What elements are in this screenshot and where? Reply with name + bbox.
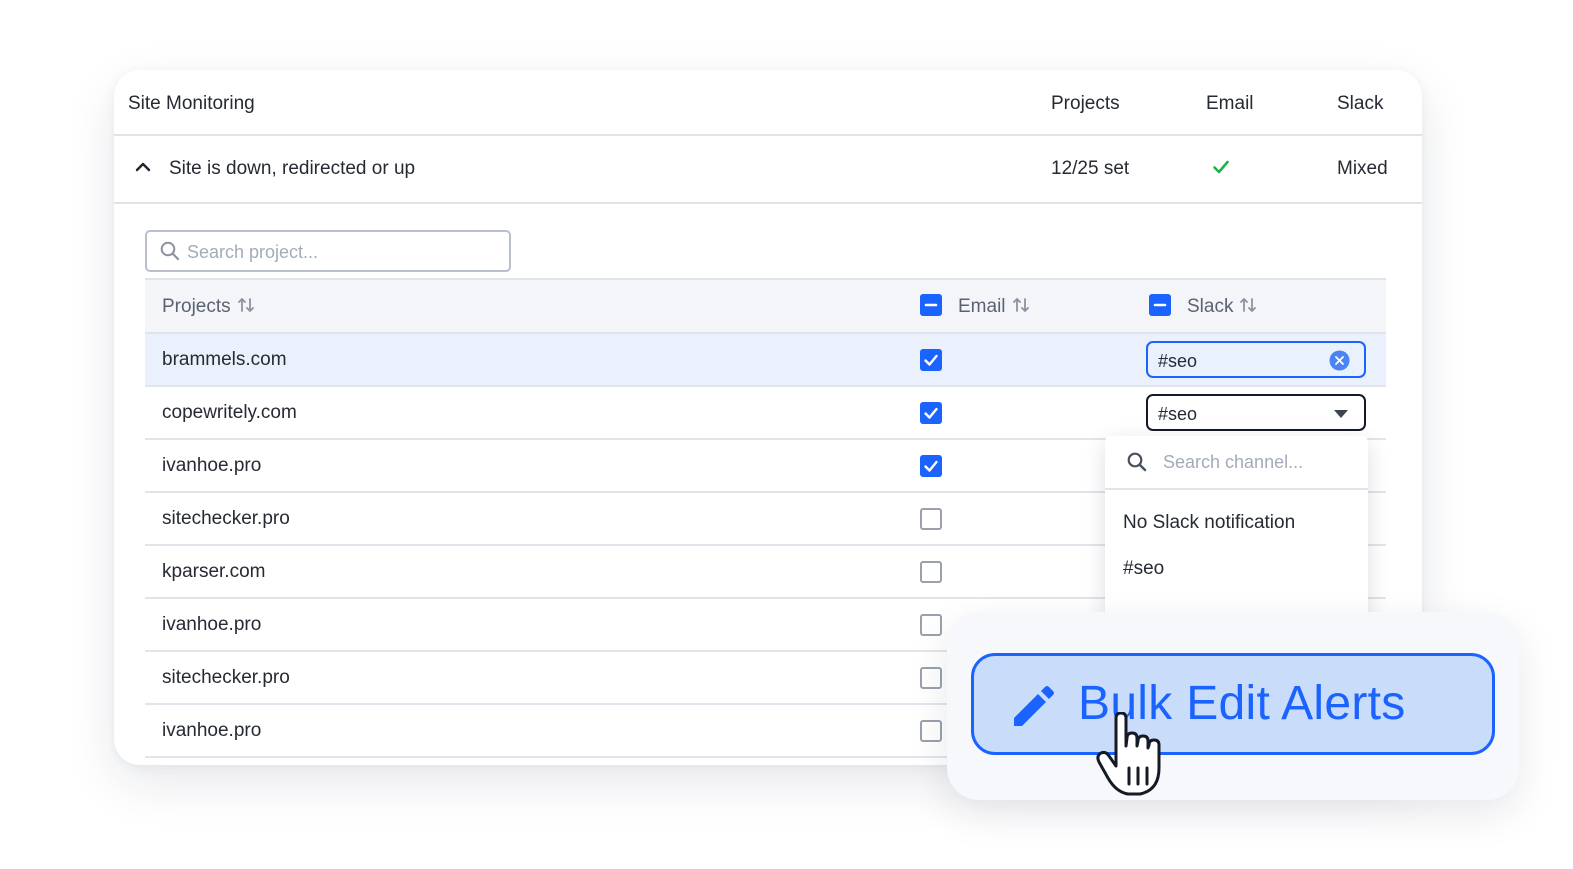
search-icon [1127,452,1147,472]
pencil-icon [1014,686,1054,726]
slack-channel-select[interactable]: #seo [1146,394,1366,431]
card-header: Site Monitoring Projects Email Slack [114,70,1422,136]
projects-column-label: Projects [162,296,231,317]
minus-icon [1153,303,1167,307]
project-name: sitechecker.pro [162,667,290,688]
slack-select-all-checkbox[interactable] [1149,294,1171,316]
hand-cursor-icon [1096,712,1161,796]
email-checkbox[interactable] [920,720,942,742]
check-icon [924,407,938,419]
check-icon [924,354,938,366]
search-project-input[interactable]: Search project... [145,230,511,272]
chevron-up-icon[interactable] [134,158,152,176]
table-header: Projects Email Slack [145,278,1386,334]
slack-column-header[interactable]: Slack [1187,296,1257,318]
email-column-label: Email [958,296,1006,317]
alert-slack-status: Mixed [1337,158,1388,179]
slack-channel-value: #seo [1158,404,1198,424]
search-icon [160,241,180,261]
alert-row[interactable]: Site is down, redirected or up 12/25 set… [114,134,1422,204]
alert-title: Site is down, redirected or up [169,158,416,179]
projects-column-header[interactable]: Projects [162,296,255,318]
email-checkbox[interactable] [920,561,942,583]
search-channel-placeholder: Search channel... [1163,452,1304,472]
header-slack-label: Slack [1337,93,1384,114]
bulk-edit-alerts-button[interactable]: Bulk Edit Alerts [971,653,1495,755]
email-checkbox[interactable] [920,455,942,477]
header-projects-label: Projects [1051,93,1120,114]
email-checkbox[interactable] [920,667,942,689]
project-name: kparser.com [162,561,266,582]
header-email-label: Email [1206,93,1254,114]
sort-icon[interactable] [237,296,255,314]
table-row[interactable]: brammels.com #seo [145,334,1386,387]
slack-channel-value: #seo [1158,351,1198,371]
email-checkbox[interactable] [920,349,942,371]
project-name: ivanhoe.pro [162,455,262,476]
clear-icon[interactable] [1329,350,1350,371]
search-placeholder: Search project... [187,242,319,262]
email-select-all-checkbox[interactable] [920,294,942,316]
slack-column-label: Slack [1187,296,1234,317]
search-channel-input[interactable]: Search channel... [1105,436,1368,490]
email-checkbox[interactable] [920,614,942,636]
alert-projects-count: 12/25 set [1051,158,1130,179]
project-name: copewritely.com [162,402,297,423]
project-name: ivanhoe.pro [162,614,262,635]
project-name: brammels.com [162,349,287,370]
page-title: Site Monitoring [128,93,255,114]
option-seo[interactable]: #seo [1123,558,1164,580]
project-name: ivanhoe.pro [162,720,262,741]
email-checkbox[interactable] [920,402,942,424]
bulk-edit-panel: Bulk Edit Alerts [947,612,1519,800]
sort-icon[interactable] [1012,296,1030,314]
minus-icon [924,303,938,307]
option-no-slack-notification[interactable]: No Slack notification [1123,512,1295,534]
slack-channel-select[interactable]: #seo [1146,341,1366,378]
project-name: sitechecker.pro [162,508,290,529]
table-row[interactable]: copewritely.com #seo [145,387,1386,440]
email-checkbox[interactable] [920,508,942,530]
sort-icon[interactable] [1239,296,1257,314]
caret-down-icon [1334,410,1348,418]
check-icon [1213,160,1229,174]
check-icon [924,460,938,472]
email-column-header[interactable]: Email [958,296,1030,318]
